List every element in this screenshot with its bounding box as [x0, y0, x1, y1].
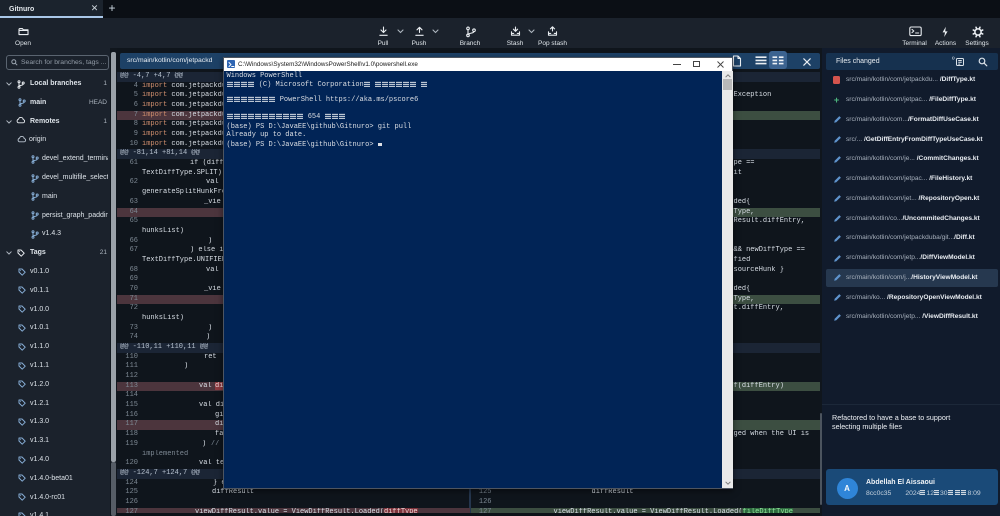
- svg-text:º: º: [952, 57, 955, 64]
